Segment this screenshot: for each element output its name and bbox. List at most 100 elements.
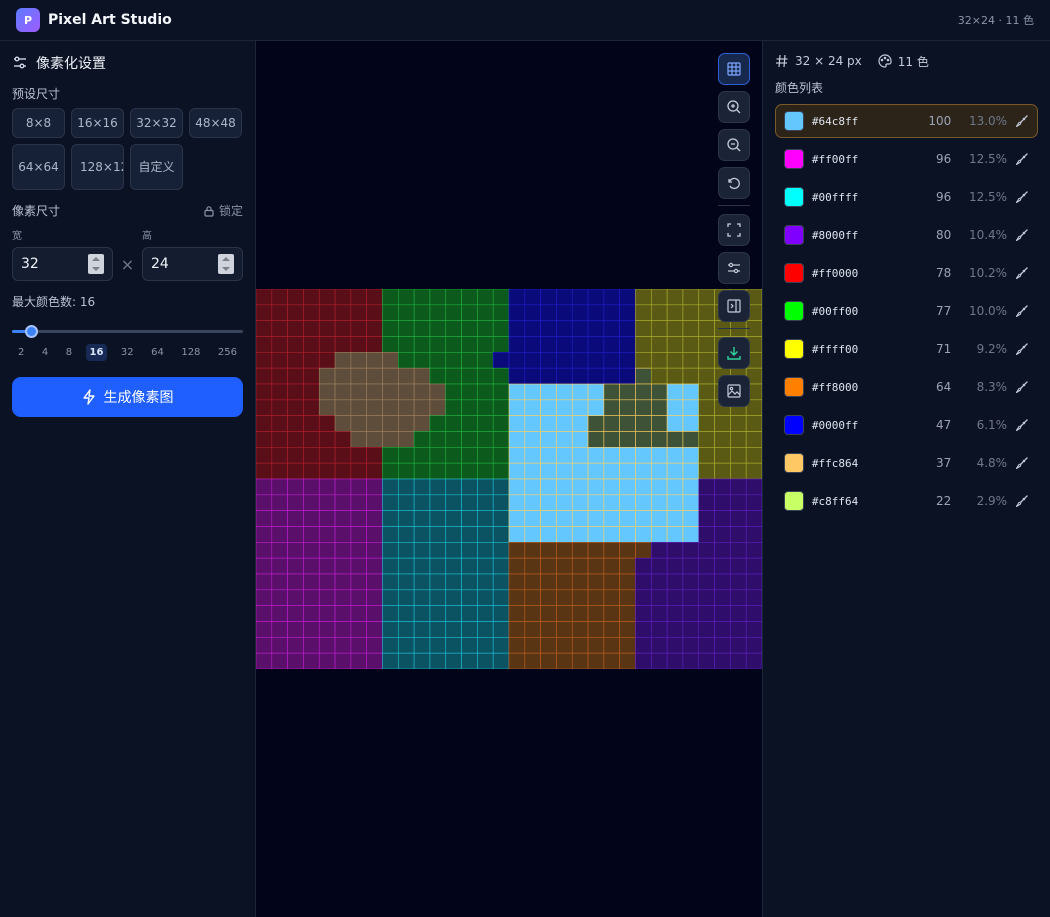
pixel-cell[interactable] [587, 510, 605, 527]
pixel-cell[interactable] [682, 352, 700, 369]
pixel-cell[interactable] [666, 462, 684, 480]
pixel-cell[interactable] [603, 494, 620, 511]
pixel-cell[interactable] [603, 573, 620, 591]
pixel-cell[interactable] [603, 447, 620, 464]
pixel-cell[interactable] [587, 336, 605, 353]
pixel-cell[interactable] [461, 510, 478, 527]
pixel-cell[interactable] [461, 336, 478, 353]
pixel-cell[interactable] [461, 542, 478, 559]
pixel-cell[interactable] [382, 447, 399, 464]
pixel-cell[interactable] [745, 415, 762, 432]
pixel-cell[interactable] [619, 447, 636, 464]
pixel-cell[interactable] [303, 447, 320, 464]
pixel-cell[interactable] [556, 447, 573, 464]
pixel-cell[interactable] [350, 447, 367, 464]
pixel-cell[interactable] [366, 557, 383, 575]
pixel-cell[interactable] [366, 367, 383, 385]
pixel-cell[interactable] [256, 367, 273, 385]
pixel-canvas[interactable] [256, 289, 762, 669]
pixel-cell[interactable] [651, 383, 668, 401]
pixel-cell[interactable] [666, 320, 684, 337]
pixel-cell[interactable] [256, 573, 273, 591]
pixel-cell[interactable] [714, 605, 731, 622]
pixel-cell[interactable] [524, 557, 541, 575]
pixel-cell[interactable] [524, 621, 541, 638]
pixel-cell[interactable] [492, 367, 510, 385]
pixel-cell[interactable] [303, 510, 320, 527]
pixel-cell[interactable] [477, 462, 494, 480]
pixel-cell[interactable] [477, 478, 494, 496]
pixel-cell[interactable] [730, 415, 747, 432]
pixel-cell[interactable] [477, 605, 494, 622]
pixel-cell[interactable] [587, 415, 605, 432]
pixel-cell[interactable] [350, 289, 367, 306]
pixel-cell[interactable] [382, 367, 399, 385]
pixel-cell[interactable] [571, 462, 589, 480]
pixel-cell[interactable] [619, 542, 636, 559]
pixel-cell[interactable] [714, 637, 731, 654]
pixel-cell[interactable] [287, 621, 304, 638]
pixel-cell[interactable] [540, 304, 557, 321]
pixel-cell[interactable] [477, 352, 494, 369]
pixel-cell[interactable] [682, 573, 700, 591]
pixel-cell[interactable] [603, 557, 620, 575]
pixel-cell[interactable] [666, 478, 684, 496]
pixel-cell[interactable] [698, 431, 715, 448]
pixel-cell[interactable] [508, 605, 526, 622]
pixel-cell[interactable] [366, 336, 383, 353]
pixel-cell[interactable] [682, 589, 700, 606]
pixel-cell[interactable] [445, 605, 462, 622]
pixel-cell[interactable] [603, 352, 620, 369]
pixel-cell[interactable] [287, 336, 304, 353]
pixel-cell[interactable] [651, 589, 668, 606]
pixel-cell[interactable] [318, 573, 336, 591]
pixel-cell[interactable] [651, 336, 668, 353]
pixel-cell[interactable] [508, 367, 526, 385]
pixel-cell[interactable] [398, 415, 415, 432]
pixel-cell[interactable] [429, 526, 447, 543]
pixel-cell[interactable] [256, 383, 273, 401]
pixel-cell[interactable] [445, 352, 462, 369]
pixel-cell[interactable] [287, 415, 304, 432]
pixel-cell[interactable] [382, 637, 399, 654]
pixel-cell[interactable] [303, 304, 320, 321]
pixel-cell[interactable] [429, 399, 447, 416]
pixel-cell[interactable] [571, 352, 589, 369]
pixel-cell[interactable] [714, 542, 731, 559]
pixel-cell[interactable] [477, 415, 494, 432]
pixel-cell[interactable] [429, 621, 447, 638]
pixel-cell[interactable] [666, 289, 684, 306]
pixel-cell[interactable] [651, 652, 668, 669]
pixel-cell[interactable] [334, 637, 352, 654]
pixel-cell[interactable] [303, 367, 320, 385]
pixel-cell[interactable] [461, 557, 478, 575]
zoom-out-button[interactable] [718, 129, 750, 161]
pixel-cell[interactable] [540, 510, 557, 527]
pixel-cell[interactable] [350, 526, 367, 543]
pixel-cell[interactable] [413, 637, 431, 654]
pixel-cell[interactable] [350, 367, 367, 385]
pixel-cell[interactable] [287, 304, 304, 321]
pixel-cell[interactable] [303, 605, 320, 622]
preset-8x8[interactable]: 8×8 [12, 108, 65, 138]
pixel-cell[interactable] [508, 621, 526, 638]
pixel-cell[interactable] [271, 367, 288, 385]
pixel-cell[interactable] [556, 637, 573, 654]
pixel-cell[interactable] [698, 637, 715, 654]
pixel-cell[interactable] [508, 637, 526, 654]
pixel-cell[interactable] [334, 589, 352, 606]
pixel-cell[interactable] [635, 383, 652, 401]
pixel-cell[interactable] [287, 510, 304, 527]
pixel-cell[interactable] [492, 415, 510, 432]
pixel-cell[interactable] [682, 336, 700, 353]
pixel-cell[interactable] [666, 336, 684, 353]
pixel-cell[interactable] [666, 573, 684, 591]
pixel-cell[interactable] [556, 320, 573, 337]
pixel-cell[interactable] [682, 415, 700, 432]
pixel-cell[interactable] [445, 383, 462, 401]
pixel-cell[interactable] [303, 415, 320, 432]
color-row[interactable]: #0000ff 47 6.1% [775, 408, 1038, 442]
pixel-cell[interactable] [445, 652, 462, 669]
pixel-cell[interactable] [366, 526, 383, 543]
pixel-cell[interactable] [603, 415, 620, 432]
